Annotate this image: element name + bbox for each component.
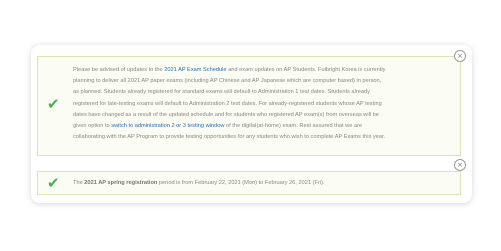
message-text: collaborating with the AP Program to pro… <box>73 134 386 141</box>
close-icon[interactable]: × <box>454 159 466 171</box>
message-line: planning to deliver all 2021 AP paper ex… <box>73 76 385 87</box>
checkmark-icon: ✔ <box>47 95 60 113</box>
message-text: registered for late-testing exams will d… <box>73 100 382 107</box>
alert-ap-exam-updates: ✔ Please be advised of updates to the 20… <box>37 56 461 156</box>
message-text: of the digital(at-home) exam. Rest assur… <box>224 123 363 130</box>
message-text: dates have changed as a result of the up… <box>73 111 379 118</box>
bold-text: 2021 AP spring registration <box>84 180 158 186</box>
message-text: period is from February 22, 2021 (Mon) t… <box>157 180 325 186</box>
alert-message: The 2021 AP spring registration period i… <box>73 178 324 189</box>
alert-spring-registration: ✔ The 2021 AP spring registration period… <box>37 171 461 195</box>
message-text: The <box>73 180 85 186</box>
inline-link[interactable]: switch to administration 2 or 3 testing … <box>111 123 224 129</box>
checkmark-icon: ✔ <box>47 174 60 192</box>
message-text: Please be advised of updates to the <box>73 67 165 73</box>
message-text: and exam updates on AP Students. Fulbrig… <box>226 67 386 73</box>
message-text: planning to deliver all 2021 AP paper ex… <box>73 78 382 85</box>
close-icon[interactable]: × <box>454 50 466 62</box>
message-line: dates have changed as a result of the up… <box>73 110 385 121</box>
message-text: as planned. Students already registered … <box>73 89 370 96</box>
inline-link[interactable]: 2021 AP Exam Schedule <box>164 67 226 73</box>
message-line: as planned. Students already registered … <box>73 87 385 98</box>
message-line: given option to switch to administration… <box>73 121 385 132</box>
alert-message: Please be advised of updates to the 2021… <box>73 65 385 143</box>
message-text: given option to <box>73 123 112 130</box>
message-line: The 2021 AP spring registration period i… <box>73 178 324 189</box>
message-line: collaborating with the AP Program to pro… <box>73 132 385 143</box>
message-line: Please be advised of updates to the 2021… <box>73 65 385 76</box>
message-line: registered for late-testing exams will d… <box>73 99 385 110</box>
